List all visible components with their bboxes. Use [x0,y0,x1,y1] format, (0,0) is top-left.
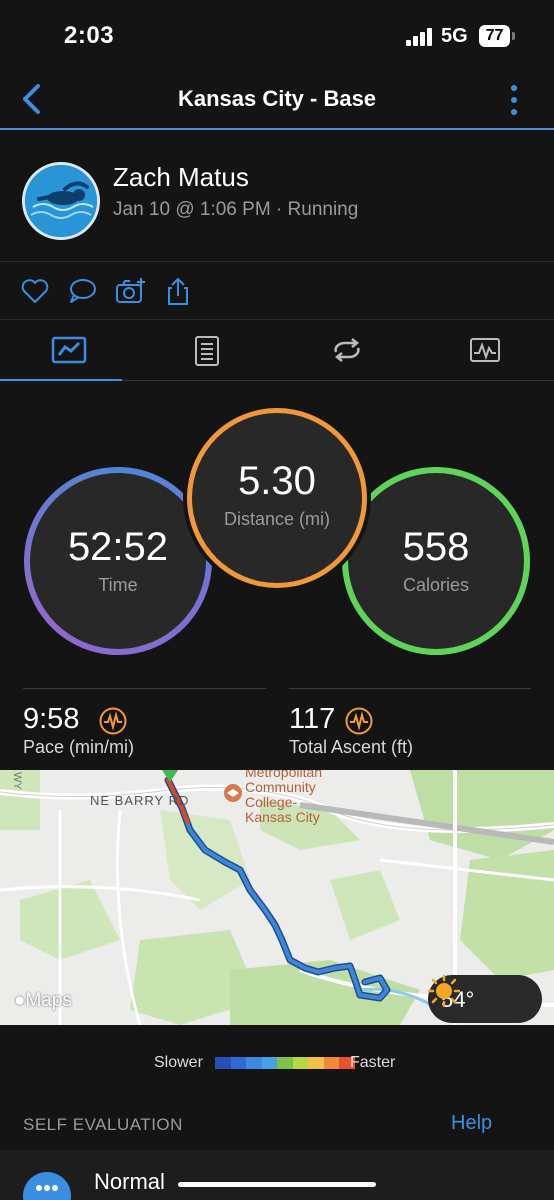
add-photo-icon [116,278,145,303]
activity-header: Zach Matus Jan 10 @ 1:06 PM · Running [0,132,554,262]
legend-swatch [261,1057,277,1069]
distance-ring-gap: 5.30 Distance (mi) [183,404,371,592]
legend-faster-label: Faster [350,1054,396,1071]
legend-slower-label: Slower [154,1054,203,1071]
tab-laps[interactable] [278,320,416,380]
route-map[interactable]: WY NE BARRY RD Metropolitan Community Co… [0,770,554,1025]
tab-details[interactable] [138,320,276,380]
maps-attribution: ●Maps [14,990,72,1012]
section-title: SELF EVALUATION [23,1115,183,1134]
nav-bar: Kansas City - Base [0,70,554,130]
comment-icon [70,279,96,303]
distance-label: Distance (mi) [223,509,330,529]
activity-meta: Jan 10 @ 1:06 PM · Running [113,199,359,220]
legend-swatch [246,1057,262,1069]
stats-icon [51,336,87,364]
time-value: 52:52 [67,525,169,569]
share-icon [168,277,188,305]
time-ring-inner: 52:52 Time [30,473,206,649]
feel-face-icon[interactable] [23,1172,71,1200]
ascent-stat: 117 Total Ascent (ft) [289,688,531,768]
chart-icon [470,338,500,362]
legend-swatch [323,1057,339,1069]
effort-icon [345,707,373,735]
tab-summary[interactable] [0,320,138,381]
action-bar [0,262,554,320]
status-time: 2:03 [64,22,115,49]
user-name: Zach Matus [113,162,249,192]
battery-icon: 77 [479,25,510,47]
map-label-street: NE BARRY RD [90,793,189,808]
time-label: Time [98,575,138,595]
like-button[interactable] [20,276,50,306]
map-label-college-4: Kansas City [245,809,320,825]
pace-legend: Slower Faster [0,1048,554,1078]
distance-ring: 5.30 Distance (mi) [187,408,367,588]
add-photo-button[interactable] [115,276,145,306]
ascent-value: 117 [289,703,336,735]
pace-label: Pace (min/mi) [23,737,135,757]
feel-slider[interactable] [178,1182,376,1187]
map-label-college-3: College- [245,794,297,810]
legend-swatch [292,1057,308,1069]
tab-charts[interactable] [416,320,554,380]
map-label-edge: WY [11,772,23,790]
swimmer-avatar-image [25,165,97,237]
more-options-button[interactable] [500,82,528,118]
avatar[interactable] [22,162,100,240]
maps-attribution-label: Maps [25,990,72,1011]
feel-row: Normal [0,1150,554,1200]
calories-value: 558 [402,525,470,569]
share-button[interactable] [163,276,193,306]
legend-swatch [277,1057,293,1069]
calories-label: Calories [402,575,470,595]
self-evaluation-header: SELF EVALUATION Help [0,1100,554,1150]
network-label: 5G [441,25,468,47]
comment-button[interactable] [67,276,97,306]
metrics-panel: 52:52 Time 558 Calories 5.30 Distance (m… [0,382,554,672]
page-title: Kansas City - Base [177,86,377,111]
heart-icon [21,279,49,303]
help-link[interactable]: Help [451,1112,492,1135]
document-icon [195,336,219,366]
status-bar: 2:03 5G 77 [0,0,554,70]
legend-swatch [308,1057,324,1069]
pace-value: 9:58 [23,703,80,735]
calories-ring-inner: 558 Calories [348,473,524,649]
tab-bar [0,320,554,381]
laps-icon [334,338,360,362]
battery-tip [512,32,515,40]
effort-icon [99,707,127,735]
legend-color-scale [215,1057,355,1069]
sun-icon [428,975,460,1007]
tab-active-indicator [0,379,122,381]
signal-icon [406,28,434,46]
map-label-college-2: Community [245,779,316,795]
weather-badge[interactable]: 54° [428,975,542,1023]
legend-swatch [215,1057,231,1069]
pace-stat: 9:58 Pace (min/mi) [23,688,266,768]
ascent-label: Total Ascent (ft) [289,737,414,757]
distance-ring-inner: 5.30 Distance (mi) [192,413,362,583]
distance-value: 5.30 [238,459,316,503]
legend-swatch [230,1057,246,1069]
feel-label: Normal [94,1169,165,1194]
apple-logo-icon: ● [14,990,26,1011]
